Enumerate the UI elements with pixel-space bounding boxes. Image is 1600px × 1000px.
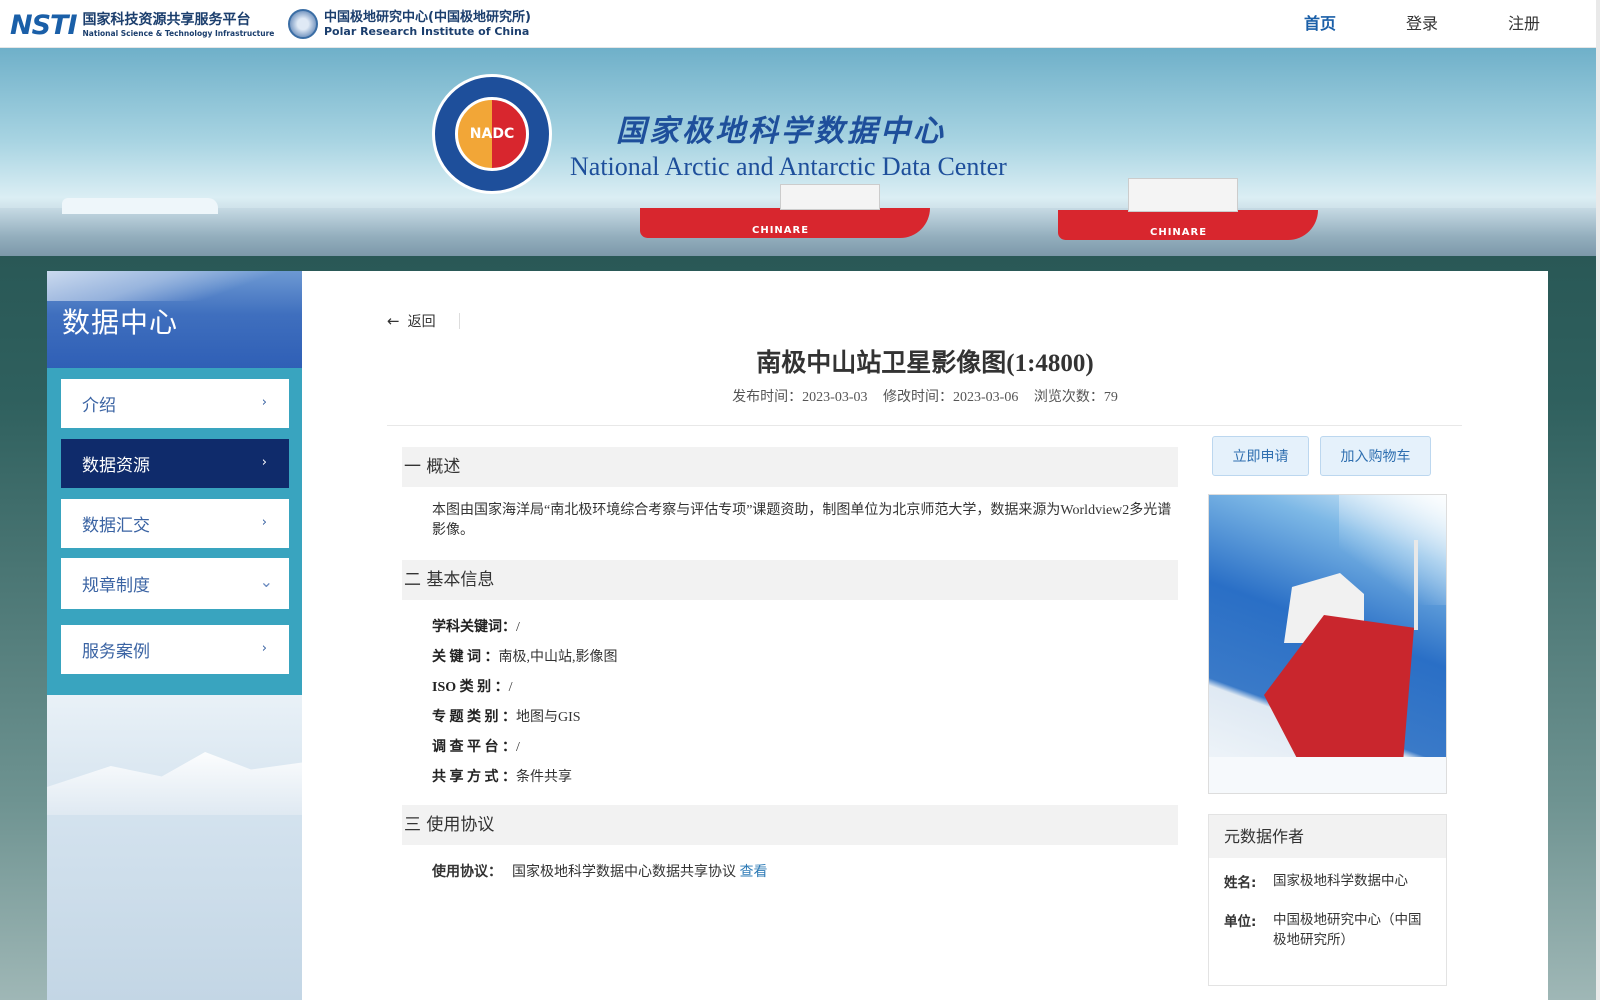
license-key: 使用协议： (432, 865, 502, 880)
license-row: 使用协议： 国家极地科学数据中心数据共享协议 查看 (432, 861, 768, 881)
banner-ship-2-label: CHINARE (1150, 227, 1208, 238)
nav-login[interactable]: 登录 (1406, 0, 1438, 47)
author-org-row: 单位: 中国极地研究中心（中国极地研究所） (1224, 910, 1434, 950)
info-value: / (516, 620, 520, 635)
license-name: 国家极地科学数据中心数据共享协议 (512, 865, 736, 880)
nadc-logo-text: NADC (469, 126, 515, 142)
divider (459, 313, 460, 329)
info-value: / (508, 680, 513, 695)
nav-register[interactable]: 注册 (1508, 0, 1540, 47)
sidebar-item-data-submission[interactable]: 数据汇交 › (61, 499, 289, 548)
pric-logo[interactable]: 中国极地研究中心(中国极地研究所) Polar Research Institu… (288, 9, 531, 39)
chevron-right-icon: › (261, 395, 267, 410)
info-row-keywords: 关 键 词 ：南极,中山站,影像图 (432, 646, 618, 666)
apply-now-button[interactable]: 立即申请 (1212, 436, 1309, 476)
main-content: ← 返回 南极中山站卫星影像图(1:4800) 发布时间：2023-03-03 … (302, 271, 1548, 1000)
page-scrollbar[interactable] (1596, 0, 1600, 1000)
info-row-iso-category: ISO 类 别 ：/ (432, 676, 513, 696)
banner-ship-1-label: CHINARE (752, 225, 810, 236)
info-value: 南极,中山站,影像图 (498, 650, 618, 665)
view-count: 浏览次数：79 (1033, 390, 1118, 405)
left-sidebar: 数据中心 介绍 › 数据资源 › 数据汇交 › 规章制度 ⌄ 服务案例 › (47, 271, 302, 1000)
section-basic-info-heading: 二 基本信息 (402, 560, 1178, 600)
author-name-key: 姓名: (1224, 875, 1257, 891)
dataset-description: 本图由国家海洋局“南北极环境综合考察与评估专项”课题资助，制图单位为北京师范大学… (432, 503, 1172, 538)
info-key: 共 享 方 式 ： (432, 770, 516, 785)
nadc-logo[interactable]: NADC (432, 74, 552, 194)
author-name-value: 国家极地科学数据中心 (1273, 873, 1408, 889)
sidebar-item-regulations[interactable]: 规章制度 ⌄ (61, 558, 289, 609)
banner-ship-2: CHINARE (1058, 178, 1318, 240)
top-bar: NSTI 国家科技资源共享服务平台 National Science & Tec… (0, 0, 1600, 48)
divider (387, 425, 1462, 426)
publish-date: 发布时间：2023-03-03 (732, 390, 868, 405)
add-to-cart-button[interactable]: 加入购物车 (1320, 436, 1431, 476)
banner-title-en: National Arctic and Antarctic Data Cente… (570, 152, 1007, 181)
nsti-logo-cn: 国家科技资源共享服务平台 (82, 11, 251, 28)
author-org-value: 中国极地研究中心（中国极地研究所） (1273, 912, 1422, 948)
info-row-topic-category: 专 题 类 别 ：地图与GIS (432, 706, 581, 726)
banner-ship-1: CHINARE (640, 184, 930, 238)
page-meta: 发布时间：2023-03-03 修改时间：2023-03-06 浏览次数：79 (302, 386, 1548, 406)
info-value: 条件共享 (516, 770, 572, 785)
section-license-heading: 三 使用协议 (402, 805, 1178, 845)
info-key: 学科关键词： (432, 620, 516, 635)
info-key: 关 键 词 ： (432, 650, 499, 665)
banner-title-cn: 国家极地科学数据中心 (616, 114, 946, 149)
sidebar-item-data-resources[interactable]: 数据资源 › (61, 439, 289, 488)
info-row-survey-platform: 调 查 平 台 ：/ (432, 736, 520, 756)
back-label: 返回 (407, 314, 436, 330)
nsti-logo[interactable]: NSTI 国家科技资源共享服务平台 National Science & Tec… (10, 9, 275, 41)
sidebar-item-label: 数据汇交 (82, 516, 150, 535)
author-org-key: 单位: (1224, 914, 1257, 930)
info-key: 专 题 类 别 ： (432, 710, 516, 725)
site-banner: CHINARE CHINARE NADC 国家极地科学数据中心 National… (0, 48, 1596, 256)
author-name-row: 姓名: 国家极地科学数据中心 (1224, 871, 1434, 891)
sidebar-header: 数据中心 (47, 271, 302, 368)
metadata-author-heading: 元数据作者 (1209, 815, 1446, 858)
chevron-right-icon: › (261, 641, 267, 656)
info-value: 地图与GIS (516, 710, 581, 725)
sidebar-item-intro[interactable]: 介绍 › (61, 379, 289, 428)
arrow-left-icon: ← (387, 312, 400, 330)
sidebar-item-service-cases[interactable]: 服务案例 › (61, 625, 289, 674)
pric-logo-en: Polar Research Institute of China (324, 25, 530, 38)
section-overview-heading: 一 概述 (402, 447, 1178, 487)
info-row-subject-keywords: 学科关键词：/ (432, 616, 520, 636)
pric-seal-icon (288, 9, 318, 39)
sidebar-item-label: 服务案例 (82, 642, 150, 661)
modify-date: 修改时间：2023-03-06 (883, 390, 1019, 405)
view-license-link[interactable]: 查看 (740, 865, 768, 880)
chevron-right-icon: › (261, 515, 267, 530)
chevron-down-icon: ⌄ (259, 572, 273, 591)
nsti-logo-en: National Science & Technology Infrastruc… (82, 28, 275, 38)
sidebar-item-label: 数据资源 (82, 456, 150, 475)
nsti-logo-mark: NSTI (10, 9, 78, 41)
sidebar-decorative-image (47, 695, 302, 1000)
info-row-sharing-mode: 共 享 方 式 ：条件共享 (432, 766, 572, 786)
page-title: 南极中山站卫星影像图(1:4800) (756, 350, 1094, 377)
info-key: ISO 类 别 ： (432, 680, 509, 695)
metadata-author-panel: 元数据作者 姓名: 国家极地科学数据中心 单位: 中国极地研究中心（中国极地研究… (1208, 814, 1447, 986)
back-button[interactable]: ← 返回 (387, 311, 436, 331)
sidebar-item-label: 规章制度 (82, 576, 150, 595)
info-value: / (516, 740, 520, 755)
info-key: 调 查 平 台 ： (432, 740, 516, 755)
pric-logo-cn: 中国极地研究中心(中国极地研究所) (324, 10, 531, 25)
dataset-thumbnail-image[interactable] (1208, 494, 1447, 794)
banner-iceberg (62, 198, 218, 214)
chevron-right-icon: › (261, 455, 267, 470)
nav-home[interactable]: 首页 (1304, 0, 1336, 47)
sidebar-title: 数据中心 (62, 308, 179, 339)
sidebar-item-label: 介绍 (82, 396, 116, 415)
